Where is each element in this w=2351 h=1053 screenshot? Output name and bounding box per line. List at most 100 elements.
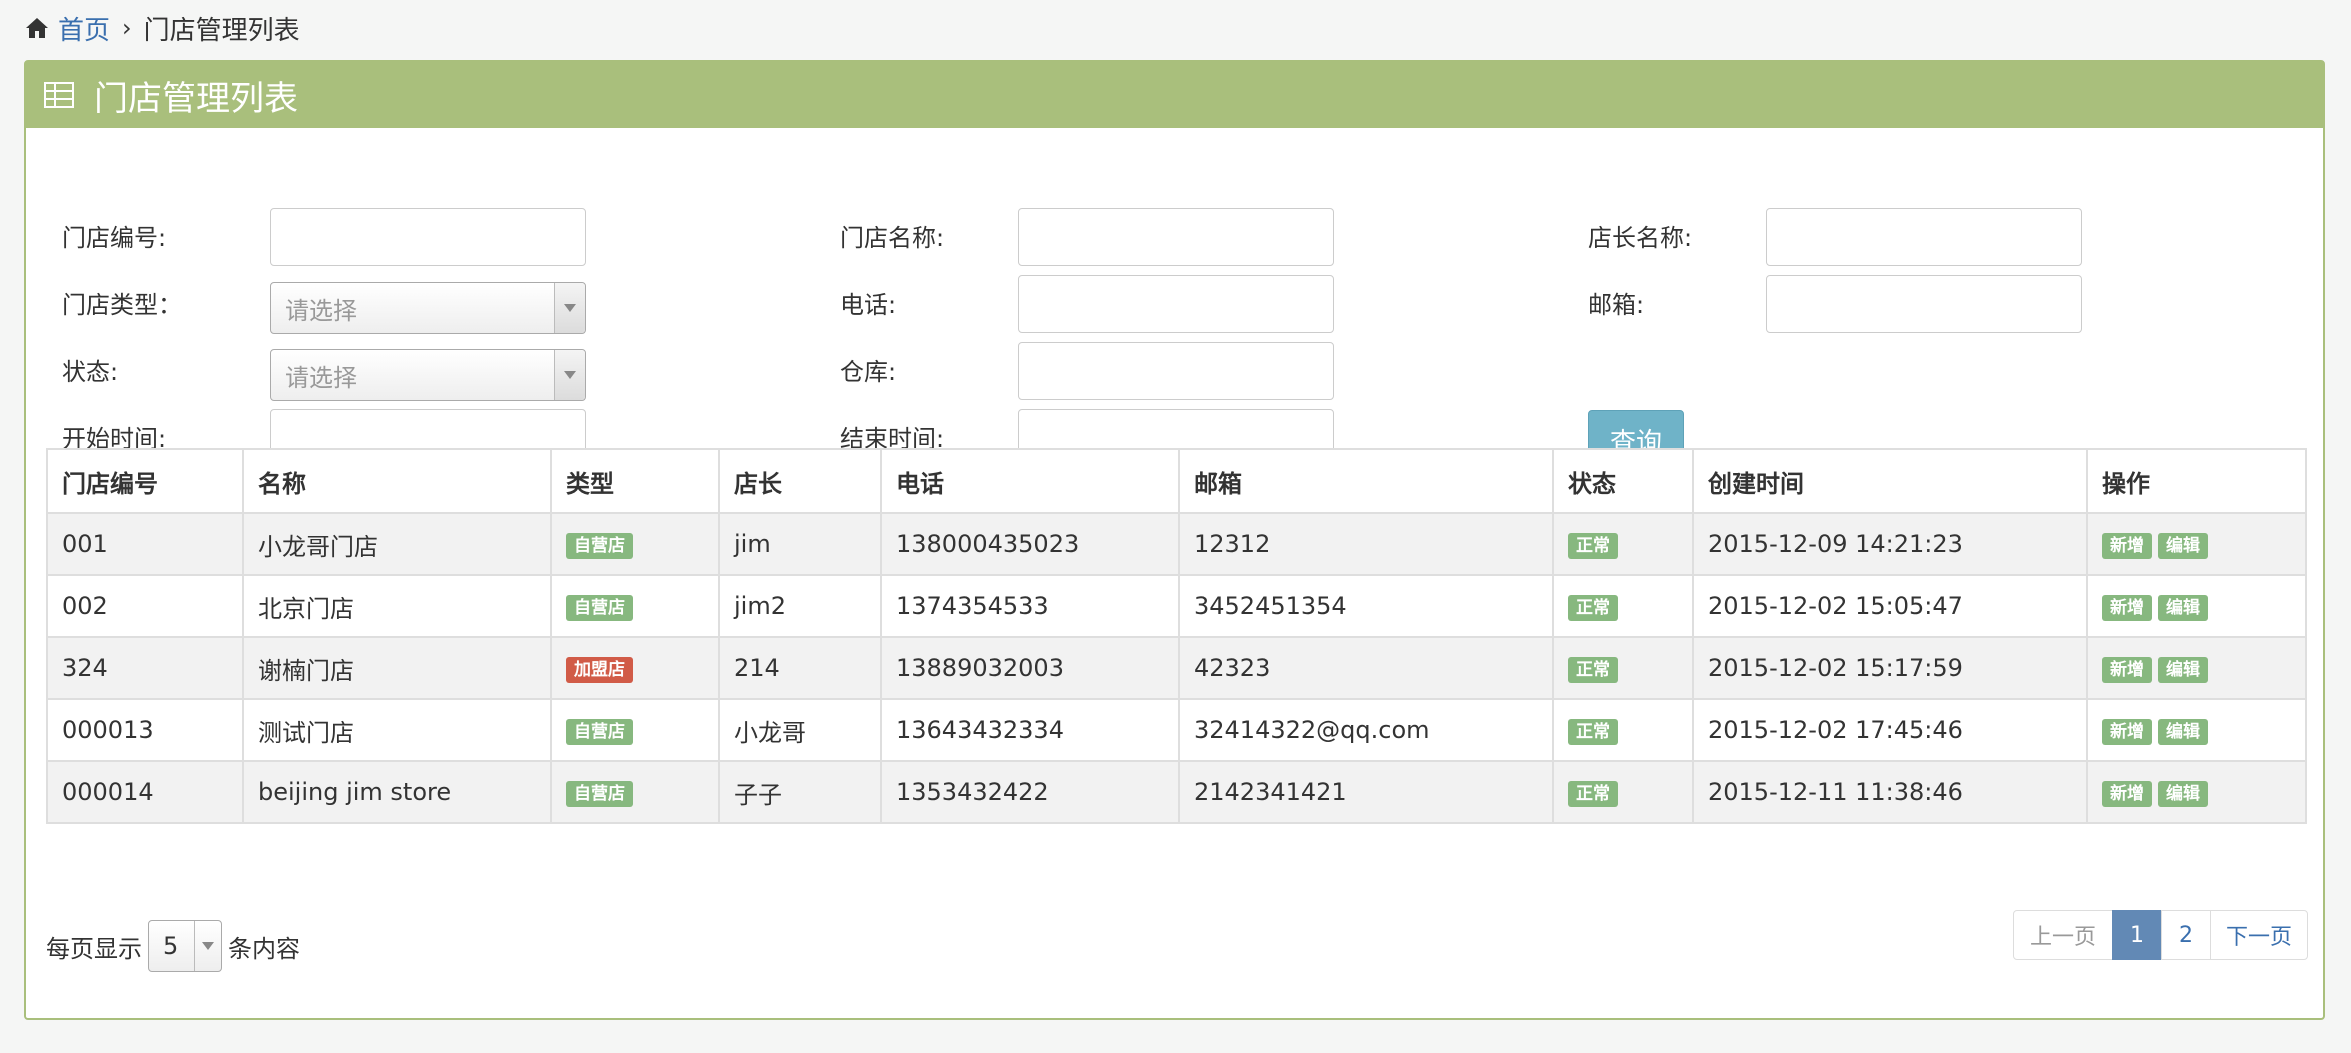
chevron-down-icon	[194, 921, 221, 971]
cell-email: 2142341421	[1178, 760, 1554, 824]
status-badge: 正常	[1568, 595, 1618, 621]
status-badge: 正常	[1568, 657, 1618, 683]
cell-phone: 13889032003	[880, 636, 1180, 700]
cell-email: 12312	[1178, 512, 1554, 576]
manager-name-input[interactable]	[1766, 208, 2082, 266]
column-header[interactable]: 邮箱	[1178, 448, 1554, 514]
panel-title: 门店管理列表	[94, 78, 298, 119]
panel-header: 门店管理列表	[26, 62, 2323, 128]
warehouse-input[interactable]	[1018, 342, 1334, 400]
column-header[interactable]: 状态	[1552, 448, 1694, 514]
store-code-label: 门店编号:	[62, 224, 167, 252]
home-icon	[26, 18, 48, 38]
breadcrumb-home-link[interactable]: 首页	[58, 10, 110, 47]
cell-name: 小龙哥门店	[242, 512, 552, 576]
cell-phone: 1353432422	[880, 760, 1180, 824]
cell-phone: 138000435023	[880, 512, 1180, 576]
page-2-button[interactable]: 2	[2161, 910, 2211, 960]
page-size-value: 5	[163, 932, 179, 960]
status-label: 状态:	[62, 358, 119, 386]
add-button[interactable]: 新增	[2102, 781, 2152, 807]
column-header[interactable]: 店长	[718, 448, 882, 514]
status-badge: 正常	[1568, 533, 1618, 559]
table-row: 000014 beijing jim store 自营店 子子 13534324…	[46, 760, 2307, 824]
per-page-suffix: 条内容	[228, 934, 300, 963]
cell-manager: 子子	[718, 760, 882, 824]
email-label: 邮箱:	[1588, 291, 1645, 319]
cell-name: 谢楠门店	[242, 636, 552, 700]
edit-button[interactable]: 编辑	[2158, 719, 2208, 745]
edit-button[interactable]: 编辑	[2158, 781, 2208, 807]
cell-phone: 1374354533	[880, 574, 1180, 638]
phone-label: 电话:	[840, 291, 897, 319]
cell-name: 测试门店	[242, 698, 552, 762]
cell-name: 北京门店	[242, 574, 552, 638]
table-row: 001 小龙哥门店 自营店 jim 138000435023 12312 正常 …	[46, 512, 2307, 576]
cell-manager: 小龙哥	[718, 698, 882, 762]
per-page-prefix: 每页显示	[46, 934, 142, 963]
breadcrumb-current: 门店管理列表	[143, 15, 300, 46]
status-select[interactable]: 请选择	[270, 349, 586, 401]
cell-manager: 214	[718, 636, 882, 700]
store-name-input[interactable]	[1018, 208, 1334, 266]
table-icon	[44, 82, 74, 108]
cell-manager: jim	[718, 512, 882, 576]
store-type-placeholder: 请选择	[285, 296, 357, 325]
page-1-button[interactable]: 1	[2112, 910, 2162, 960]
cell-email: 3452451354	[1178, 574, 1554, 638]
pagination: 上一页 1 2 下一页	[2013, 910, 2308, 960]
chevron-down-icon	[554, 350, 585, 400]
status-placeholder: 请选择	[285, 363, 357, 392]
chevron-right-icon: ›	[122, 14, 132, 42]
table-row: 324 谢楠门店 加盟店 214 13889032003 42323 正常 20…	[46, 636, 2307, 700]
phone-input[interactable]	[1018, 275, 1334, 333]
chevron-down-icon	[554, 283, 585, 333]
store-type-select[interactable]: 请选择	[270, 282, 586, 334]
warehouse-label: 仓库:	[840, 358, 897, 386]
table-row: 002 北京门店 自营店 jim2 1374354533 3452451354 …	[46, 574, 2307, 638]
cell-created: 2015-12-09 14:21:23	[1692, 512, 2088, 576]
edit-button[interactable]: 编辑	[2158, 533, 2208, 559]
cell-code: 000013	[46, 698, 244, 762]
column-header[interactable]: 名称	[242, 448, 552, 514]
cell-code: 002	[46, 574, 244, 638]
table-row: 000013 测试门店 自营店 小龙哥 13643432334 32414322…	[46, 698, 2307, 762]
column-header: 操作	[2086, 448, 2307, 514]
add-button[interactable]: 新增	[2102, 595, 2152, 621]
cell-code: 324	[46, 636, 244, 700]
cell-created: 2015-12-02 15:05:47	[1692, 574, 2088, 638]
store-type-label: 门店类型：	[62, 291, 182, 319]
store-table: 门店编号 名称 类型 店长 电话 邮箱 状态 创建时间 操作 001 小龙哥门店…	[46, 448, 2307, 824]
edit-button[interactable]: 编辑	[2158, 657, 2208, 683]
column-header[interactable]: 类型	[550, 448, 720, 514]
table-header-row: 门店编号 名称 类型 店长 电话 邮箱 状态 创建时间 操作	[46, 448, 2307, 514]
edit-button[interactable]: 编辑	[2158, 595, 2208, 621]
search-form: 门店编号: 门店名称: 店长名称: 门店类型： 请选择 电话: 邮箱: 状态: …	[26, 128, 2323, 478]
store-code-input[interactable]	[270, 208, 586, 266]
cell-code: 000014	[46, 760, 244, 824]
store-name-label: 门店名称:	[840, 224, 945, 252]
page-size-select[interactable]: 5	[148, 920, 222, 972]
email-input[interactable]	[1766, 275, 2082, 333]
column-header[interactable]: 电话	[880, 448, 1180, 514]
add-button[interactable]: 新增	[2102, 657, 2152, 683]
status-badge: 正常	[1568, 719, 1618, 745]
cell-created: 2015-12-02 17:45:46	[1692, 698, 2088, 762]
column-header[interactable]: 门店编号	[46, 448, 244, 514]
add-button[interactable]: 新增	[2102, 719, 2152, 745]
column-header[interactable]: 创建时间	[1692, 448, 2088, 514]
cell-email: 32414322@qq.com	[1178, 698, 1554, 762]
type-badge: 自营店	[566, 719, 633, 745]
cell-created: 2015-12-11 11:38:46	[1692, 760, 2088, 824]
next-page-button[interactable]: 下一页	[2210, 910, 2308, 960]
type-badge: 自营店	[566, 533, 633, 559]
cell-phone: 13643432334	[880, 698, 1180, 762]
cell-name: beijing jim store	[242, 760, 552, 824]
add-button[interactable]: 新增	[2102, 533, 2152, 559]
cell-created: 2015-12-02 15:17:59	[1692, 636, 2088, 700]
prev-page-button[interactable]: 上一页	[2013, 910, 2113, 960]
type-badge: 自营店	[566, 595, 633, 621]
breadcrumb: 首页 › 门店管理列表	[24, 8, 300, 48]
status-badge: 正常	[1568, 781, 1618, 807]
type-badge: 加盟店	[566, 657, 633, 683]
